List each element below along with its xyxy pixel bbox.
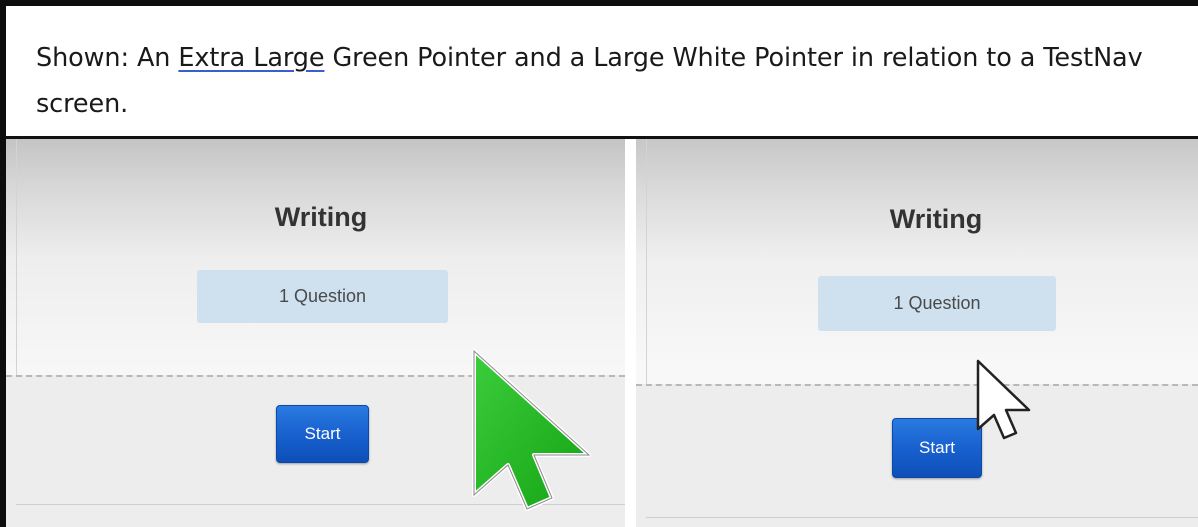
start-button[interactable]: Start	[276, 405, 369, 463]
caption-text: Shown: An Extra Large Green Pointer and …	[36, 35, 1186, 127]
caption-prefix: Shown: An	[36, 43, 179, 73]
large-white-pointer-icon	[976, 359, 1031, 440]
screenshot-divider	[625, 139, 636, 527]
start-button[interactable]: Start	[892, 418, 982, 478]
section-title: Writing	[274, 202, 368, 232]
question-count-badge: 1 Question	[818, 276, 1056, 331]
testnav-screenshot-left: Writing 1 Question Start	[6, 139, 625, 527]
testnav-screenshot-right: Writing 1 Question Start	[636, 139, 1198, 527]
panel-bottom-border	[646, 517, 1198, 518]
section-title: Writing	[889, 204, 983, 234]
question-count-badge: 1 Question	[197, 270, 448, 323]
extra-large-green-pointer-icon	[472, 349, 591, 511]
caption-underlined-term: Extra Large	[178, 43, 325, 73]
caption-box: Shown: An Extra Large Green Pointer and …	[6, 6, 1198, 139]
